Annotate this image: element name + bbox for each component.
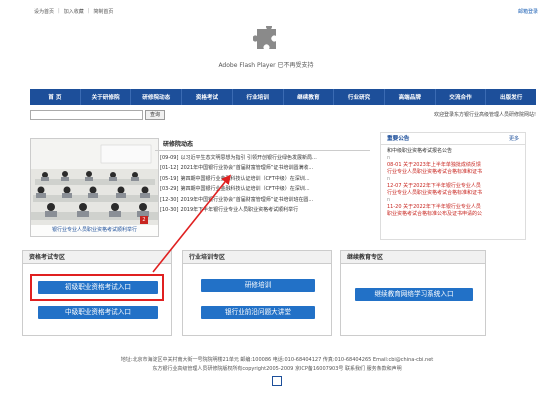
- nav-exam[interactable]: 资格考试: [182, 89, 233, 105]
- forum-button[interactable]: 银行业前沿问题大讲堂: [201, 306, 315, 319]
- notice-row[interactable]: n: [387, 176, 519, 183]
- news-date: [01-12]: [160, 165, 179, 172]
- training-button[interactable]: 研修培训: [201, 279, 315, 292]
- news-date: [03-29]: [160, 186, 179, 193]
- news-carousel[interactable]: 2 银行业专业人员职业资格考试顺利举行: [30, 138, 159, 237]
- flash-placeholder: Adobe Flash Player 已不再受支持: [186, 26, 346, 82]
- news-list: [09-09] 以习近平生态文明思想为指引 引领开创银行业绿色发展新局... [0…: [155, 153, 370, 215]
- intermediate-exam-button[interactable]: 中级职业资格考试入口: [38, 306, 158, 319]
- notice-row[interactable]: 11-20 关于2022年下半年银行业专业人员: [387, 204, 519, 211]
- list-item[interactable]: [12-30] 2019年中国银行业协会“首届财富管理师”证书培训班在圆...: [160, 195, 370, 205]
- highlight-box: [30, 274, 164, 301]
- notice-more-link[interactable]: 更多: [509, 133, 519, 145]
- notice-row[interactable]: 职业资格考试合格标准公布及证书申请的公: [387, 211, 519, 218]
- nav-education[interactable]: 继续教育: [284, 89, 335, 105]
- exam-zone-title: 资格考试专区: [23, 251, 171, 264]
- set-homepage-link[interactable]: 设为首页: [34, 8, 54, 15]
- notice-row[interactable]: 行业专业人员职业资格考试合格标准和证书: [387, 169, 519, 176]
- top-links: 设为首页 | 加入收藏 | 简制首页: [34, 8, 113, 15]
- search-bar: 查询 欢迎登录东方银行业高级管理人员研修院网站!: [30, 109, 536, 121]
- add-favorite-link[interactable]: 加入收藏: [64, 8, 84, 15]
- notice-list: 和中级职业资格考试报名公告 n 08-01 关于2023年上半年单独批成绩反馈 行业专…: [381, 145, 525, 221]
- list-item[interactable]: [03-29] 第四期中国银行业金融科技认证培训（CFT中级）在深圳...: [160, 184, 370, 194]
- notice-row[interactable]: n: [387, 155, 519, 162]
- news-title: 研修院动态: [155, 138, 370, 151]
- nav-publishing[interactable]: 出版发行: [486, 89, 536, 105]
- notice-panel: 重要公告 更多 和中级职业资格考试报名公告 n 08-01 关于2023年上半年单独…: [380, 132, 526, 240]
- footer-copyright: 东方银行业高级管理人员研修院版权所有copyright2005-2009 京IC…: [152, 366, 402, 372]
- flash-message: Adobe Flash Player 已不再受支持: [218, 62, 314, 69]
- footer: 地址:北京市海淀区中关村南大街一号院院明楼21单元 邮编:100086 电话:0…: [0, 356, 554, 390]
- news-panel: 研修院动态 [09-09] 以习近平生态文明思想为指引 引领开创银行业绿色发展新局…: [155, 138, 370, 235]
- notice-header: 重要公告 更多: [381, 133, 525, 145]
- separator: |: [58, 8, 60, 14]
- nav-news[interactable]: 研修院动态: [131, 89, 183, 105]
- education-zone: 继续教育专区 继续教育网络学习系统入口: [340, 250, 486, 336]
- nav-home[interactable]: 首 页: [30, 89, 81, 105]
- training-zone-title: 行业培训专区: [183, 251, 331, 264]
- carousel-index[interactable]: 2: [140, 216, 148, 224]
- news-date: [10-30]: [160, 206, 179, 213]
- online-learning-button[interactable]: 继续教育网络学习系统入口: [355, 288, 473, 301]
- education-zone-title: 继续教育专区: [341, 251, 485, 264]
- news-text[interactable]: 第四期中国银行业金融科技认证培训（CFT中级）在深圳...: [180, 176, 309, 182]
- news-text[interactable]: 以习近平生态文明思想为指引 引领开创银行业绿色发展新局...: [180, 155, 316, 161]
- news-date: [12-30]: [160, 196, 179, 203]
- nav-about[interactable]: 关于研修院: [81, 89, 132, 105]
- news-text[interactable]: 2021年中国银行业协会“首届财富管理师”证书培训圆满收...: [180, 165, 313, 171]
- notice-row[interactable]: n: [387, 197, 519, 204]
- training-zone: 行业培训专区 研修培训 银行业前沿问题大讲堂: [182, 250, 332, 336]
- nav-brand[interactable]: 高端品牌: [385, 89, 436, 105]
- nav-training[interactable]: 行业培训: [233, 89, 284, 105]
- separator: |: [87, 8, 90, 14]
- search-input[interactable]: [30, 110, 143, 120]
- notice-row[interactable]: 08-01 关于2023年上半年单独批成绩反馈: [387, 162, 519, 169]
- footer-address: 地址:北京市海淀区中关村南大街一号院院明楼21单元 邮编:100086 电话:0…: [120, 357, 434, 363]
- carousel-caption[interactable]: 银行业专业人员职业资格考试顺利举行: [31, 225, 158, 236]
- news-text[interactable]: 2019年中国银行业协会“首届财富管理师”证书培训班在圆...: [180, 197, 313, 203]
- welcome-message: 欢迎登录东方银行业高级管理人员研修院网站!: [433, 112, 536, 118]
- notice-row[interactable]: 12-07 关于2022年下半年银行业专业人员: [387, 183, 519, 190]
- main-nav: 首 页 关于研修院 研修院动态 资格考试 行业培训 继续教育 行业研究 高端品牌…: [30, 89, 536, 105]
- police-badge-icon[interactable]: [272, 376, 282, 386]
- list-item[interactable]: [05-19] 第四期中国银行业金融科技认证培训（CFT中级）在深圳...: [160, 174, 370, 184]
- nav-research[interactable]: 行业研究: [334, 89, 385, 105]
- plugin-icon: [253, 26, 276, 49]
- search-button[interactable]: 查询: [145, 110, 165, 120]
- list-item[interactable]: [09-09] 以习近平生态文明思想为指引 引领开创银行业绿色发展新局...: [160, 153, 370, 163]
- news-text[interactable]: 2019年下半年银行业专业人员职业资格考试顺利举行: [180, 207, 298, 213]
- news-date: [05-19]: [160, 175, 179, 182]
- list-item[interactable]: [10-30] 2019年下半年银行业专业人员职业资格考试顺利举行: [160, 205, 370, 215]
- simple-homepage-link[interactable]: 简制首页: [93, 8, 113, 15]
- notice-row[interactable]: 行业专业人员职业资格考试合格标准和证书: [387, 190, 519, 197]
- notice-row[interactable]: 和中级职业资格考试报名公告: [387, 148, 519, 155]
- news-text[interactable]: 第四期中国银行业金融科技认证培训（CFT中级）在深圳...: [180, 186, 309, 192]
- notice-title: 重要公告: [387, 136, 410, 142]
- list-item[interactable]: [01-12] 2021年中国银行业协会“首届财富管理师”证书培训圆满收...: [160, 163, 370, 173]
- news-date: [09-09]: [160, 155, 179, 161]
- nav-cooperation[interactable]: 交流合作: [436, 89, 487, 105]
- mail-login-link[interactable]: 邮箱登录: [518, 8, 538, 15]
